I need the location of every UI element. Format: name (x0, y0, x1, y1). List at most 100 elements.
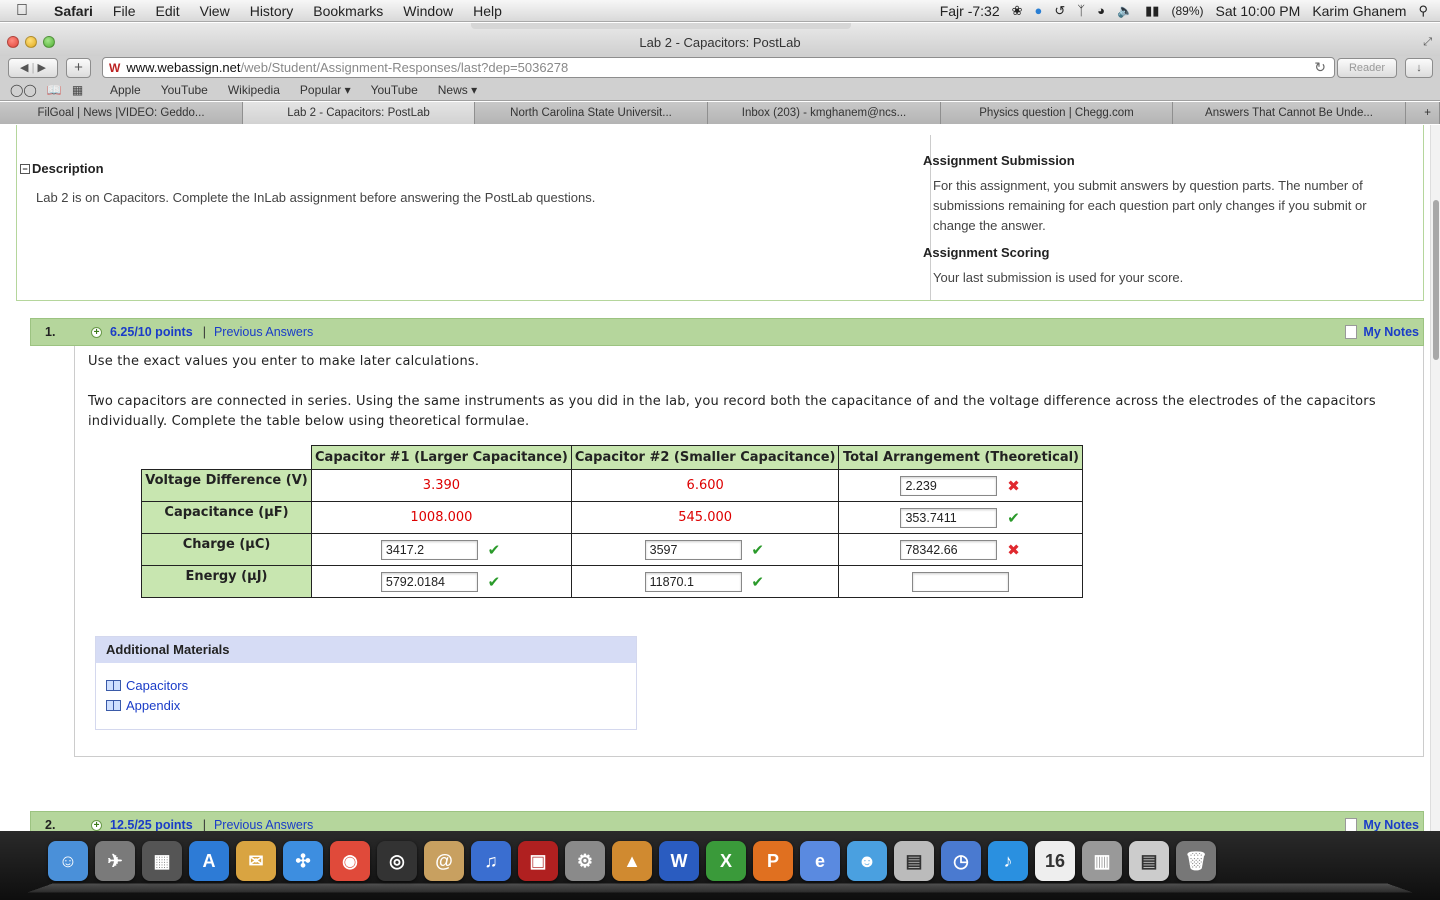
menu-bookmarks[interactable]: Bookmarks (303, 3, 393, 19)
dock-dashboard-icon[interactable]: ▦ (142, 841, 182, 881)
dock-word-icon[interactable]: W (659, 841, 699, 881)
dock-time-machine-icon[interactable]: ◷ (941, 841, 981, 881)
my-notes-link[interactable]: My Notes (1345, 818, 1423, 831)
vertical-scrollbar[interactable] (1430, 125, 1440, 831)
material-link-appendix[interactable]: Appendix (106, 697, 636, 713)
dock-trash-icon[interactable]: 🗑 (1176, 841, 1216, 881)
bookmark-popular[interactable]: Popular ▾ (290, 83, 361, 97)
forward-button[interactable]: ▶ (37, 62, 45, 74)
add-bookmark-button[interactable]: + (66, 58, 91, 78)
bookmark-wikipedia[interactable]: Wikipedia (218, 83, 290, 97)
bookmark-youtube[interactable]: YouTube (151, 83, 218, 97)
dock-chrome-icon[interactable]: ◉ (330, 841, 370, 881)
apple-menu-icon[interactable]:  (0, 2, 44, 20)
voltage-total-input[interactable] (900, 475, 998, 496)
dock-entourage-icon[interactable]: e (800, 841, 840, 881)
collapse-toggle-icon[interactable]: − (20, 164, 30, 174)
notes-page-icon (1345, 818, 1358, 831)
reader-button[interactable]: Reader (1337, 58, 1397, 78)
menu-edit[interactable]: Edit (145, 3, 189, 19)
dock-powerpoint-icon[interactable]: P (753, 841, 793, 881)
dock-itunes-icon[interactable]: ♫ (471, 841, 511, 881)
user-name[interactable]: Karim Ghanem (1312, 3, 1406, 19)
dock-finder-icon[interactable]: ☺ (48, 841, 88, 881)
fullscreen-icon[interactable]: ⤢ (1423, 36, 1432, 49)
header-total: Total Arrangement (Theoretical) (838, 445, 1084, 470)
menu-view[interactable]: View (190, 3, 240, 19)
battery-icon[interactable]: ▮▮ (1145, 3, 1159, 19)
material-link-capacitors[interactable]: Capacitors (106, 677, 636, 693)
tab-lab2[interactable]: Lab 2 - Capacitors: PostLab (243, 102, 475, 124)
spotlight-search-icon[interactable]: ⚲ (1418, 3, 1428, 19)
dock-facetime-icon[interactable]: ◎ (377, 841, 417, 881)
menu-help[interactable]: Help (463, 3, 512, 19)
reading-list-icon[interactable]: ◯◯ (10, 83, 37, 97)
tab-filgoal[interactable]: FilGoal | News |VIDEO: Geddo... (0, 102, 243, 124)
energy-c2-input[interactable] (644, 571, 742, 592)
menu-app-safari[interactable]: Safari (44, 3, 103, 19)
tab-ncsu[interactable]: North Carolina State Universit... (475, 102, 708, 124)
menu-file[interactable]: File (103, 3, 146, 19)
dock-safari-icon[interactable]: ✣ (283, 841, 323, 881)
charge-c1-input[interactable] (380, 539, 478, 560)
top-sites-grid-icon[interactable]: ▦ (72, 83, 83, 97)
question-points-link[interactable]: 12.5/25 points (110, 818, 193, 831)
dock-documents-icon[interactable]: ▤ (1129, 841, 1169, 881)
back-button[interactable]: ◀ (20, 62, 28, 74)
bookmark-youtube-2[interactable]: YouTube (361, 83, 428, 97)
bluetooth-icon[interactable]: ᛉ (1077, 3, 1085, 18)
tab-bar: FilGoal | News |VIDEO: Geddo... Lab 2 - … (0, 102, 1440, 124)
paw-icon[interactable]: ❀ (1012, 3, 1023, 19)
dock-mail-icon[interactable]: ✉ (236, 841, 276, 881)
capacitance-total-input[interactable] (900, 507, 998, 528)
tab-overview-handle[interactable] (471, 23, 851, 29)
menu-window[interactable]: Window (393, 3, 463, 19)
charge-c2-input[interactable] (644, 539, 742, 560)
dock-iphoto-icon[interactable]: ▲ (612, 841, 652, 881)
new-tab-button[interactable]: + (1406, 102, 1440, 124)
previous-answers-link[interactable]: Previous Answers (214, 325, 313, 339)
description-heading[interactable]: − Description (20, 161, 104, 176)
volume-icon[interactable]: 🔈 (1117, 3, 1133, 19)
bookmark-apple[interactable]: Apple (100, 83, 151, 97)
expand-plus-icon[interactable]: + (91, 326, 102, 338)
tab-chegg[interactable]: Physics question | Chegg.com (941, 102, 1173, 124)
clock[interactable]: Sat 10:00 PM (1215, 3, 1300, 19)
dock-preview-icon[interactable]: ▤ (894, 841, 934, 881)
reload-icon[interactable]: ↻ (1314, 59, 1326, 76)
tab-answers[interactable]: Answers That Cannot Be Unde... (1173, 102, 1406, 124)
dock-photo-booth-icon[interactable]: ▣ (518, 841, 558, 881)
downloads-button[interactable]: ↓ (1405, 58, 1433, 78)
dock-launchpad-icon[interactable]: ✈ (95, 841, 135, 881)
menubar-tray: Fajr -7:32 ❀ ● ↺ ᛉ ◕ 🔈 ▮▮ (89%) Sat 10:0… (940, 3, 1440, 19)
dock-ical-icon[interactable]: 16 (1035, 841, 1075, 881)
dock-system-preferences-icon[interactable]: ⚙ (565, 841, 605, 881)
dock-contacts-icon[interactable]: @ (424, 841, 464, 881)
prayer-time[interactable]: Fajr -7:32 (940, 3, 1000, 19)
bookmark-news[interactable]: News ▾ (428, 83, 487, 97)
my-notes-label: My Notes (1363, 818, 1419, 831)
my-notes-link[interactable]: My Notes (1345, 325, 1423, 339)
dock-app-store-icon[interactable]: A (189, 841, 229, 881)
menu-history[interactable]: History (240, 3, 304, 19)
bookmarks-book-icon[interactable]: 📖 (47, 83, 62, 97)
open-book-icon (106, 679, 121, 691)
dock-messenger-icon[interactable]: ☻ (847, 841, 887, 881)
dock-twitter-icon[interactable]: ♪ (988, 841, 1028, 881)
energy-total-input[interactable] (912, 571, 1010, 592)
dock-shelf (26, 883, 1414, 893)
twitter-bird-icon[interactable]: ● (1035, 3, 1043, 18)
dock-excel-icon[interactable]: X (706, 841, 746, 881)
question-points-link[interactable]: 6.25/10 points (110, 325, 193, 339)
charge-total-input[interactable] (900, 539, 998, 560)
expand-plus-icon[interactable]: + (91, 819, 102, 831)
wifi-icon[interactable]: ◕ (1097, 3, 1105, 18)
time-machine-icon[interactable]: ↺ (1054, 3, 1065, 19)
additional-materials-title: Additional Materials (96, 637, 636, 663)
energy-c1-input[interactable] (380, 571, 478, 592)
previous-answers-link[interactable]: Previous Answers (214, 818, 313, 831)
dock-downloads-icon[interactable]: ▥ (1082, 841, 1122, 881)
tab-inbox[interactable]: Inbox (203) - kmghanem@ncs... (708, 102, 941, 124)
scrollbar-thumb[interactable] (1433, 200, 1439, 360)
address-bar[interactable]: W www.webassign.net /web/Student/Assignm… (102, 57, 1335, 78)
